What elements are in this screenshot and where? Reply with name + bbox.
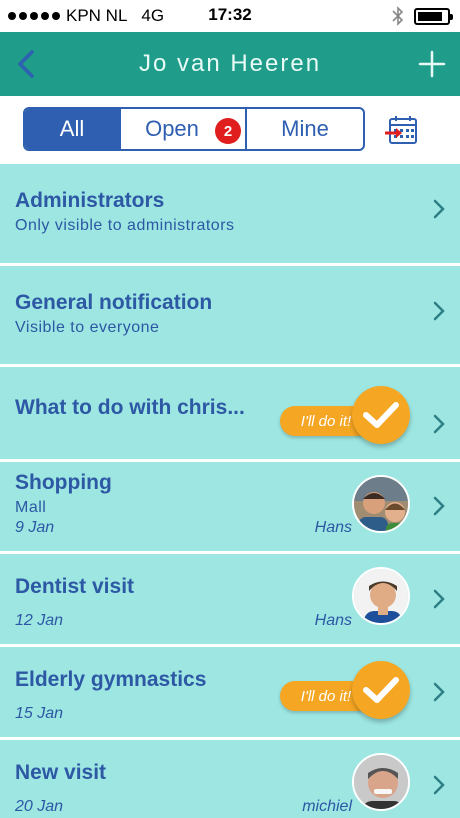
item-assignee: Hans (314, 519, 352, 536)
plus-icon[interactable] (418, 50, 446, 78)
status-bar: KPN NL 4G 17:32 (0, 0, 460, 32)
list-item[interactable]: Administrators Only visible to administr… (0, 164, 460, 263)
nav-header: Jo van Heeren (0, 32, 460, 96)
tab-mine[interactable]: Mine (245, 109, 363, 149)
item-assignee: michiel (302, 798, 352, 815)
checkmark-icon (363, 402, 399, 428)
avatar (352, 567, 410, 625)
chevron-right-icon (433, 589, 445, 609)
item-subtitle: Visible to everyone (15, 319, 160, 336)
item-title: New visit (15, 761, 107, 784)
item-date: 9 Jan (15, 519, 55, 536)
chevron-right-icon (433, 301, 445, 321)
avatar (352, 475, 410, 533)
list-item[interactable]: Shopping Mall 9 Jan Hans (0, 462, 460, 551)
filter-segmented-control: All Open 2 Mine (23, 107, 365, 151)
item-subtitle: Only visible to administrators (15, 217, 235, 234)
chevron-right-icon (433, 496, 445, 516)
chevron-right-icon (433, 199, 445, 219)
item-title: Elderly gymnastics (15, 668, 207, 691)
chevron-right-icon (433, 414, 445, 434)
tab-open[interactable]: Open 2 (119, 109, 245, 149)
tab-all-label: All (59, 116, 85, 141)
list-item[interactable]: General notification Visible to everyone (0, 266, 460, 364)
bluetooth-icon (392, 6, 404, 26)
item-date: 15 Jan (15, 705, 64, 722)
tab-all[interactable]: All (25, 109, 119, 149)
item-assignee: Hans (314, 612, 352, 629)
clock: 17:32 (208, 5, 252, 24)
tab-mine-label: Mine (281, 116, 329, 141)
filter-bar: All Open 2 Mine (0, 96, 460, 164)
checkmark-badge (352, 386, 410, 444)
calendar-icon[interactable] (384, 114, 418, 146)
chevron-right-icon (433, 775, 445, 795)
list-item[interactable]: Dentist visit 12 Jan Hans (0, 554, 460, 644)
checkmark-badge (352, 661, 410, 719)
item-title: Dentist visit (15, 575, 135, 598)
item-title: What to do with chris... (15, 396, 245, 419)
item-title: General notification (15, 291, 213, 314)
item-date: 12 Jan (15, 612, 64, 629)
avatar (352, 753, 410, 811)
list-item[interactable]: What to do with chris... I'll do it! (0, 367, 460, 459)
item-title: Shopping (15, 471, 112, 494)
list-item[interactable]: Elderly gymnastics 15 Jan I'll do it! (0, 647, 460, 737)
item-subtitle: Mall (15, 499, 47, 516)
item-title: Administrators (15, 189, 165, 212)
open-count-badge: 2 (215, 118, 241, 144)
list-item[interactable]: New visit 20 Jan michiel (0, 740, 460, 818)
page-title: Jo van Heeren (138, 50, 322, 77)
tab-open-label: Open (145, 116, 199, 141)
volunteer-button[interactable]: I'll do it! (280, 661, 410, 719)
item-date: 20 Jan (15, 798, 64, 815)
volunteer-button[interactable]: I'll do it! (280, 386, 410, 444)
checkmark-icon (363, 677, 399, 703)
battery-icon (414, 7, 453, 25)
chevron-right-icon (433, 682, 445, 702)
